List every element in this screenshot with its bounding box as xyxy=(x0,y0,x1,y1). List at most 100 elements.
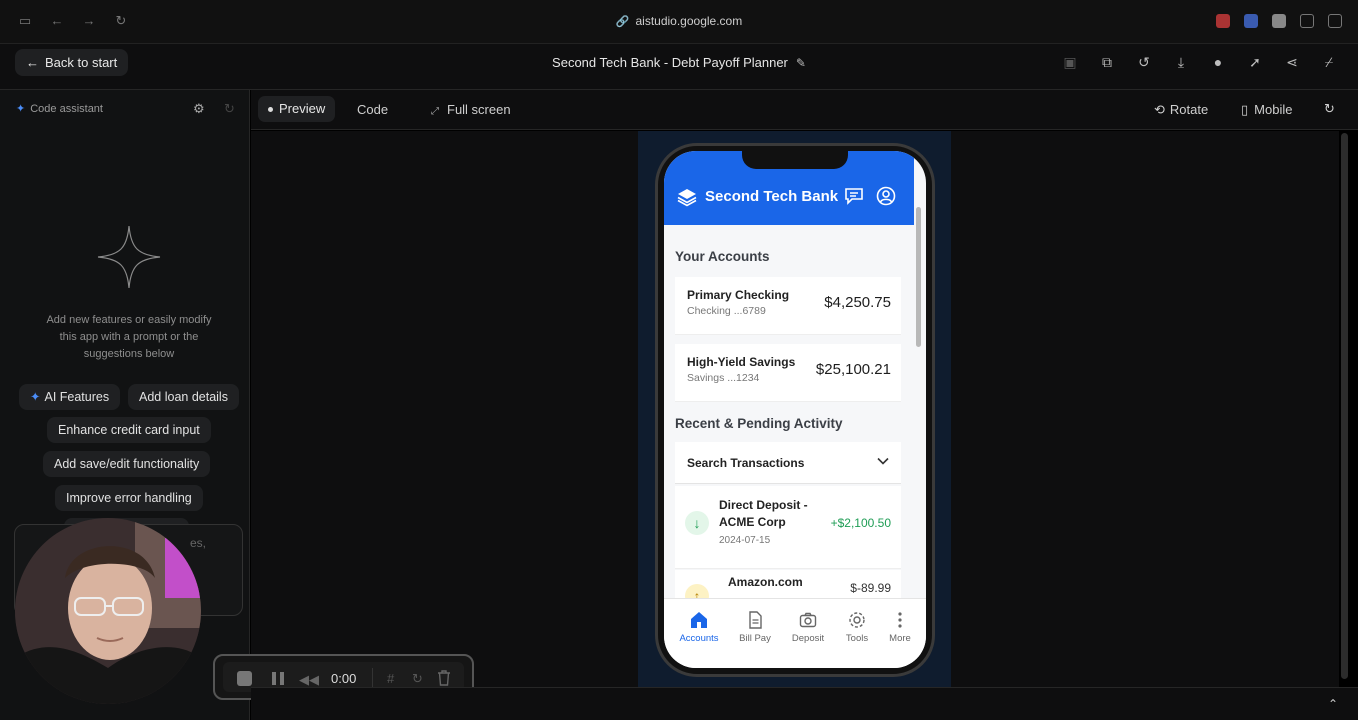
suggestion-error-handling[interactable]: Improve error handling xyxy=(55,485,203,511)
deploy-rocket-icon[interactable]: ➚ xyxy=(1246,53,1264,71)
app-topbar: ← Back to start Second Tech Bank - Debt P… xyxy=(0,44,1358,90)
fullscreen-button[interactable]: ⤢ Full screen xyxy=(431,102,511,117)
share-icon[interactable]: ⋖ xyxy=(1283,53,1301,71)
search-label: Search Transactions xyxy=(687,456,805,470)
restart-icon[interactable]: ↻ xyxy=(412,671,423,687)
prompt-placeholder: es, xyxy=(190,536,207,550)
url-text: aistudio.google.com xyxy=(635,14,743,28)
tab-label: Accounts xyxy=(679,633,719,644)
suggestion-ai-features[interactable]: ✦ AI Features xyxy=(19,384,121,410)
divider xyxy=(372,668,373,688)
tab-code[interactable]: Code xyxy=(357,102,388,117)
address-bar[interactable]: 🔗 aistudio.google.com xyxy=(0,14,1358,28)
tab-label: Bill Pay xyxy=(739,633,771,644)
recording-timer: 0:00 xyxy=(331,671,357,686)
extension-icon[interactable] xyxy=(1272,14,1286,28)
mobile-button[interactable]: ▯ Mobile xyxy=(1241,102,1292,118)
user-profile-icon[interactable] xyxy=(876,186,896,206)
tab-label: Tools xyxy=(845,633,869,644)
tab-preview[interactable]: Preview xyxy=(258,96,336,122)
account-card[interactable]: High-Yield Savings Savings ...1234 $25,1… xyxy=(675,344,901,402)
history-icon[interactable]: ↺ xyxy=(1135,53,1153,71)
layers-logo-icon xyxy=(677,189,697,207)
browser-toolbar: ▭ ← → ↻ 🔗 aistudio.google.com xyxy=(0,0,1358,44)
grid-icon[interactable]: # xyxy=(387,671,394,686)
account-name: High-Yield Savings xyxy=(687,355,796,369)
tab-deposit[interactable]: Deposit xyxy=(786,611,830,644)
rewind-icon[interactable]: ◀◀ xyxy=(299,672,319,688)
sparkle-icon: ✦ xyxy=(30,390,41,404)
account-name: Primary Checking xyxy=(687,288,790,302)
sparkle-icon: ✦ xyxy=(16,103,26,115)
arrow-down-icon: ↓ xyxy=(685,511,709,535)
preview-toolbar: Preview Code ⤢ Full screen ⟲ Rotate ▯ Mobil… xyxy=(251,90,1358,130)
reload-preview-icon[interactable]: ↻ xyxy=(1324,101,1335,117)
transaction-name: Amazon.com xyxy=(728,575,803,589)
download-icon[interactable]: ⤓ xyxy=(1172,53,1190,71)
pause-icon[interactable] xyxy=(271,671,285,686)
tab-bill-pay[interactable]: Bill Pay xyxy=(733,611,777,644)
edit-pencil-icon[interactable]: ✎ xyxy=(796,56,806,70)
bottom-tab-bar: Accounts Bill Pay Deposit Tools More xyxy=(664,598,926,668)
suggestion-enhance-credit-card[interactable]: Enhance credit card input xyxy=(47,417,211,443)
hide-code-icon[interactable]: ⌿ xyxy=(1320,53,1338,71)
transaction-amount: +$2,100.50 xyxy=(830,516,891,530)
accounts-title: Your Accounts xyxy=(675,249,770,264)
extension-icon[interactable] xyxy=(1216,14,1230,28)
rotate-label: Rotate xyxy=(1169,102,1209,117)
tab-label: Deposit xyxy=(791,633,825,644)
transaction-date: 2024-07-15 xyxy=(719,535,771,546)
extensions-menu-icon[interactable] xyxy=(1300,14,1314,28)
document-icon xyxy=(749,611,762,629)
bank-name: Second Tech Bank xyxy=(705,188,839,205)
account-number: Savings ...1234 xyxy=(687,372,760,384)
fullscreen-label: Full screen xyxy=(447,102,511,117)
webcam-video-icon xyxy=(15,518,201,704)
assistant-hint: Add new features or easily modify this a… xyxy=(46,314,212,360)
gear-icon xyxy=(849,612,865,628)
github-icon[interactable]: ● xyxy=(1209,53,1227,71)
account-card[interactable]: Primary Checking Checking ...6789 $4,250… xyxy=(675,277,901,335)
transaction-row[interactable]: ↓ Direct Deposit - ACME Corp 2024-07-15 … xyxy=(675,486,901,569)
scrollbar[interactable] xyxy=(1341,133,1348,679)
tab-label: More xyxy=(889,633,911,644)
phone-icon: ▯ xyxy=(1241,102,1249,117)
stop-icon[interactable] xyxy=(237,671,252,686)
copy-icon[interactable]: ⧉ xyxy=(1098,53,1116,71)
tab-tools[interactable]: Tools xyxy=(835,611,879,644)
refresh-icon[interactable]: ↻ xyxy=(224,101,235,117)
search-transactions-toggle[interactable]: Search Transactions xyxy=(675,442,901,484)
phone-screen: Second Tech Bank Your Accounts Primary C… xyxy=(664,151,926,668)
chevron-up-icon[interactable]: ⌃ xyxy=(1328,697,1338,711)
sparkle-icon xyxy=(97,225,161,289)
suggestion-save-edit[interactable]: Add save/edit functionality xyxy=(43,451,211,477)
rotate-button[interactable]: ⟲ Rotate xyxy=(1154,102,1208,118)
trash-icon[interactable] xyxy=(437,670,451,686)
app-title-text: Second Tech Bank - Debt Payoff Planner xyxy=(552,55,788,70)
account-number: Checking ...6789 xyxy=(687,305,766,317)
more-vertical-icon xyxy=(898,612,902,628)
split-view-icon[interactable] xyxy=(1328,14,1342,28)
camera-icon xyxy=(799,612,817,628)
tab-more[interactable]: More xyxy=(878,611,922,644)
suggestion-add-loan-details[interactable]: Add loan details xyxy=(128,384,239,410)
transaction-amount: $-89.99 xyxy=(850,581,891,595)
account-balance: $4,250.75 xyxy=(824,294,891,311)
home-icon xyxy=(691,612,707,628)
app-content[interactable]: Your Accounts Primary Checking Checking … xyxy=(664,225,914,610)
mobile-label: Mobile xyxy=(1254,102,1293,117)
phone-notch xyxy=(742,151,848,169)
settings-gear-icon[interactable]: ⚙ xyxy=(193,101,205,117)
tab-label: Preview xyxy=(279,101,326,116)
activity-title: Recent & Pending Activity xyxy=(675,416,843,431)
app-scrollbar[interactable] xyxy=(916,207,921,347)
extension-icon[interactable] xyxy=(1244,14,1258,28)
webcam-overlay xyxy=(15,518,201,704)
console-strip: ⌃ xyxy=(251,687,1358,720)
chip-label: AI Features xyxy=(44,390,110,404)
message-icon[interactable] xyxy=(844,187,864,205)
active-dot-icon xyxy=(268,107,273,113)
save-icon[interactable]: ▣ xyxy=(1061,53,1079,71)
tab-accounts[interactable]: Accounts xyxy=(677,611,721,644)
link-icon: 🔗 xyxy=(615,16,630,28)
